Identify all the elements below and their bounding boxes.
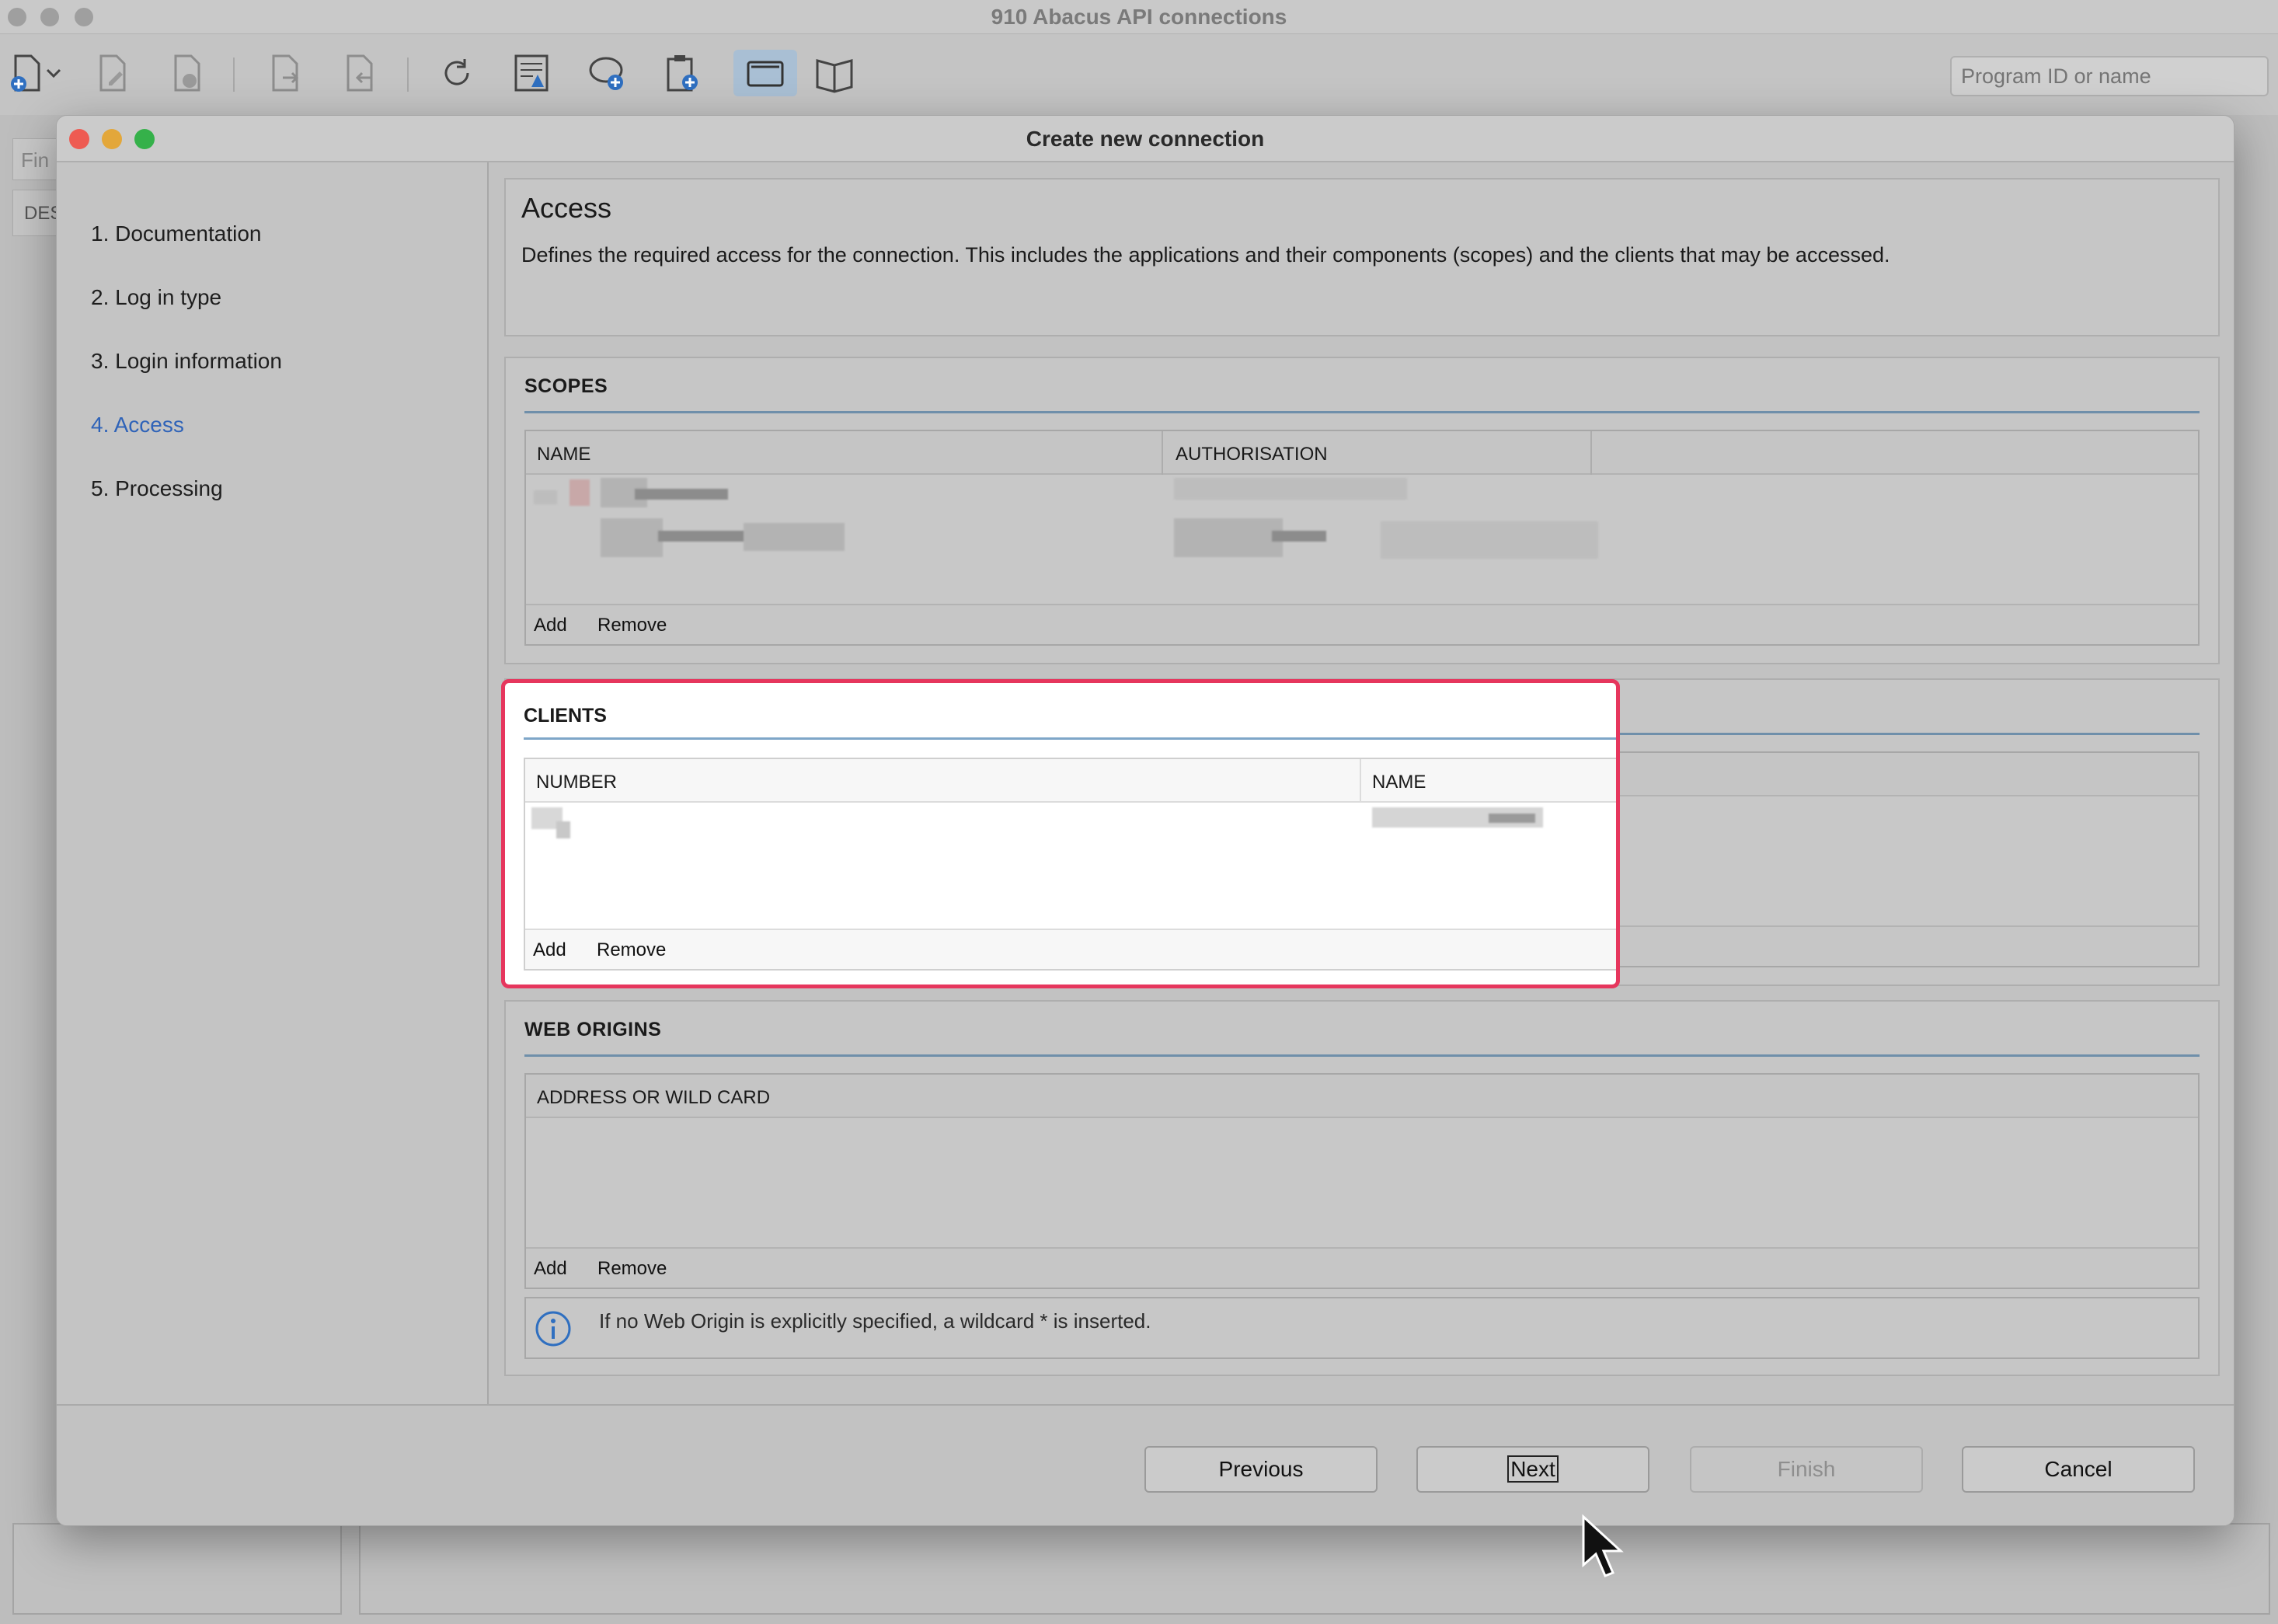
bg-panel-right — [359, 1523, 2270, 1615]
web-origins-table: ADDRESS OR WILD CARD Add Remove — [524, 1073, 2200, 1289]
info-icon — [535, 1311, 571, 1347]
scopes-add-button[interactable]: Add — [534, 615, 567, 636]
col-header-authorisation[interactable]: AUTHORISATION — [1176, 444, 1328, 465]
info-text: If no Web Origin is explicitly specified… — [599, 1309, 1151, 1333]
step-login-type[interactable]: 2. Log in type — [91, 285, 221, 310]
step-documentation[interactable]: 1. Documentation — [91, 221, 261, 246]
scopes-title: SCOPES — [524, 375, 608, 397]
scopes-table: NAME AUTHORISATION Add Remove — [524, 430, 2200, 646]
col-header-number[interactable]: NUMBER — [536, 772, 617, 793]
web-origins-table-header: ADDRESS OR WILD CARD — [526, 1075, 2198, 1118]
app-titlebar: 910 Abacus API connections — [0, 0, 2278, 34]
web-origins-add-button[interactable]: Add — [534, 1258, 567, 1280]
col-header-name[interactable]: NAME — [537, 444, 590, 465]
col-separator — [1590, 431, 1592, 475]
clients-add-button[interactable]: Add — [533, 939, 566, 961]
clients-highlight: CLIENTS NUMBER NAME Add Remove — [501, 679, 1620, 988]
access-header: Access Defines the required access for t… — [504, 178, 2220, 336]
scopes-table-header: NAME AUTHORISATION — [526, 431, 2198, 475]
dropdown-chevron-icon[interactable] — [42, 50, 65, 96]
next-button-label: Next — [1507, 1455, 1559, 1483]
web-origins-section: WEB ORIGINS ADDRESS OR WILD CARD Add Rem… — [504, 1000, 2220, 1376]
dialog-button-bar: Previous Next Finish Cancel — [57, 1404, 2234, 1525]
access-description: Defines the required access for the conn… — [521, 243, 1890, 267]
toolbar-separator — [233, 58, 235, 92]
dialog-title: Create new connection — [1026, 127, 1265, 151]
mouse-cursor-icon — [1582, 1514, 1624, 1577]
edit-document-icon[interactable] — [89, 50, 135, 96]
web-origins-table-footer: Add Remove — [526, 1247, 2198, 1288]
clients-table: NUMBER NAME Add Remove — [524, 758, 1616, 971]
web-origins-info: If no Web Origin is explicitly specified… — [524, 1297, 2200, 1359]
section-divider — [524, 1054, 2200, 1057]
export-icon[interactable] — [261, 50, 308, 96]
col-header-address[interactable]: ADDRESS OR WILD CARD — [537, 1087, 770, 1109]
program-search-input[interactable] — [1950, 56, 2269, 96]
step-login-information[interactable]: 3. Login information — [91, 349, 282, 374]
cancel-button[interactable]: Cancel — [1962, 1446, 2195, 1493]
finish-button[interactable]: Finish — [1690, 1446, 1923, 1493]
scopes-section: SCOPES NAME AUTHORISATION Add Remove — [504, 357, 2220, 664]
web-origins-remove-button[interactable]: Remove — [597, 1258, 667, 1280]
app-title: 910 Abacus API connections — [991, 5, 1287, 29]
previous-button[interactable]: Previous — [1144, 1446, 1378, 1493]
access-title: Access — [521, 192, 612, 224]
wizard-steps: 1. Documentation 2. Log in type 3. Login… — [57, 162, 489, 1404]
col-header-client-name[interactable]: NAME — [1372, 772, 1426, 793]
col-separator — [1360, 759, 1361, 803]
delete-document-icon[interactable] — [163, 50, 210, 96]
clients-table-footer: Add Remove — [525, 929, 1616, 969]
dialog-titlebar: Create new connection — [57, 116, 2234, 162]
import-icon[interactable] — [336, 50, 382, 96]
clients-table-header: NUMBER NAME — [525, 759, 1616, 803]
report-icon[interactable] — [508, 50, 555, 96]
scopes-remove-button[interactable]: Remove — [597, 615, 667, 636]
bg-panel-left — [12, 1523, 342, 1615]
step-processing[interactable]: 5. Processing — [91, 476, 223, 501]
clients-remove-button[interactable]: Remove — [597, 939, 666, 961]
next-button[interactable]: Next — [1416, 1446, 1649, 1493]
comment-add-icon[interactable] — [584, 50, 631, 96]
refresh-icon[interactable] — [434, 50, 480, 96]
step-access[interactable]: 4. Access — [91, 413, 184, 437]
book-icon[interactable] — [811, 50, 858, 96]
col-separator — [1162, 431, 1163, 475]
section-divider — [524, 411, 2200, 413]
toolbar-separator — [407, 58, 409, 92]
clipboard-add-icon[interactable] — [659, 50, 705, 96]
section-divider — [524, 737, 1616, 740]
web-origins-title: WEB ORIGINS — [524, 1019, 662, 1040]
scopes-table-footer: Add Remove — [526, 604, 2198, 644]
app-toolbar — [0, 34, 2278, 115]
clients-title: CLIENTS — [524, 705, 607, 727]
window-icon[interactable] — [733, 50, 797, 96]
